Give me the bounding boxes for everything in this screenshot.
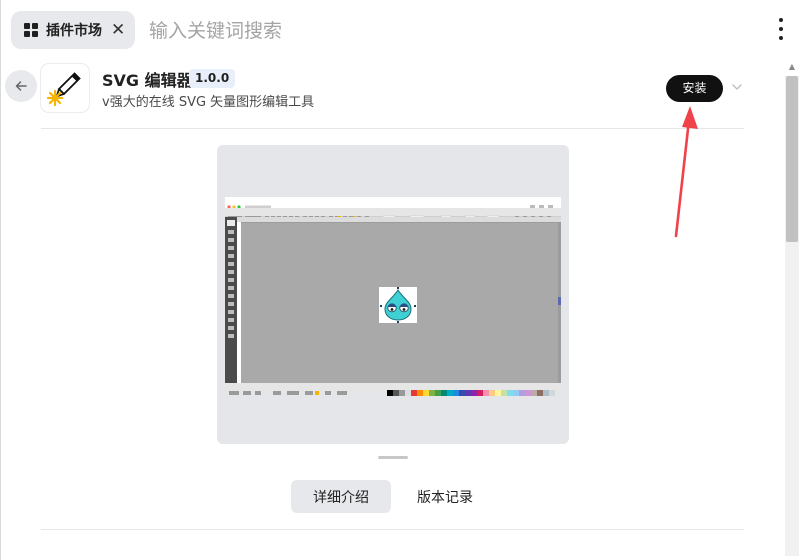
grid-icon — [24, 23, 38, 37]
plugin-market-window: 插件市场 ✕ ▲ SVG 编辑器 — [0, 0, 800, 560]
tab-plugin-market[interactable]: 插件市场 ✕ — [11, 11, 135, 49]
section-divider — [41, 529, 744, 530]
install-button[interactable]: 安装 — [666, 75, 723, 102]
preview-screenshot — [225, 197, 561, 396]
header-divider — [41, 128, 744, 129]
tab-changelog[interactable]: 版本记录 — [398, 480, 492, 513]
top-bar: 插件市场 ✕ — [1, 0, 800, 60]
back-button[interactable] — [5, 70, 37, 102]
close-tab-icon[interactable]: ✕ — [111, 21, 125, 39]
tab-label: 插件市场 — [46, 23, 102, 39]
chevron-down-icon[interactable] — [730, 80, 744, 94]
kebab-menu-icon[interactable] — [771, 18, 791, 40]
plugin-name: SVG 编辑器 — [102, 71, 193, 90]
carousel-indicator[interactable] — [378, 456, 408, 459]
plugin-logo — [41, 64, 89, 112]
version-badge: 1.0.0 — [189, 69, 236, 88]
pencil-sparkle-icon — [46, 72, 81, 107]
tab-details[interactable]: 详细介绍 — [291, 480, 391, 513]
arrow-left-icon — [15, 81, 27, 91]
scroll-up-arrow-icon[interactable]: ▲ — [785, 62, 799, 74]
scrollbar-thumb[interactable] — [786, 76, 798, 242]
search-input[interactable] — [149, 14, 709, 48]
preview-image-card[interactable] — [217, 145, 569, 444]
preview-svg-drawing — [379, 287, 417, 323]
plugin-description: v强大的在线 SVG 矢量图形编辑工具 — [102, 95, 315, 110]
